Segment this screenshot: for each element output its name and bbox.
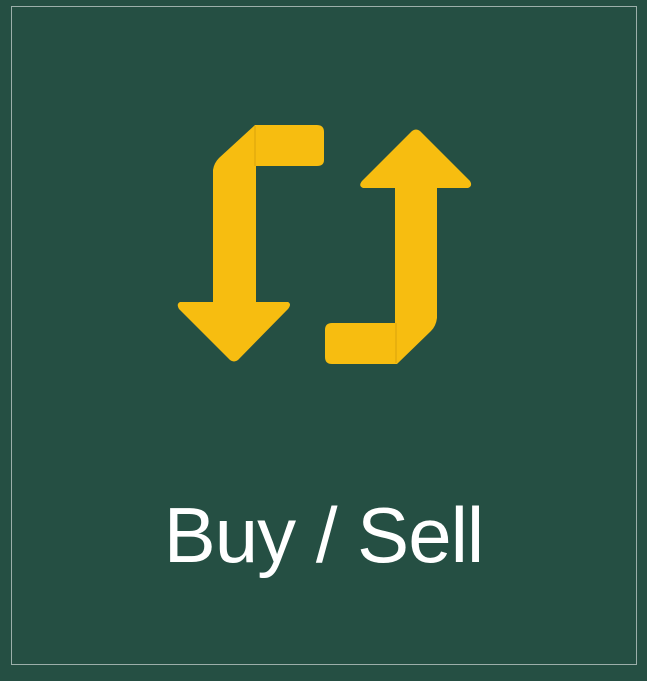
tile-label: Buy / Sell [163,491,484,579]
up-arrow-icon [325,129,472,364]
buy-sell-tile[interactable]: Buy / Sell [0,0,647,681]
down-arrow-icon [177,125,324,362]
